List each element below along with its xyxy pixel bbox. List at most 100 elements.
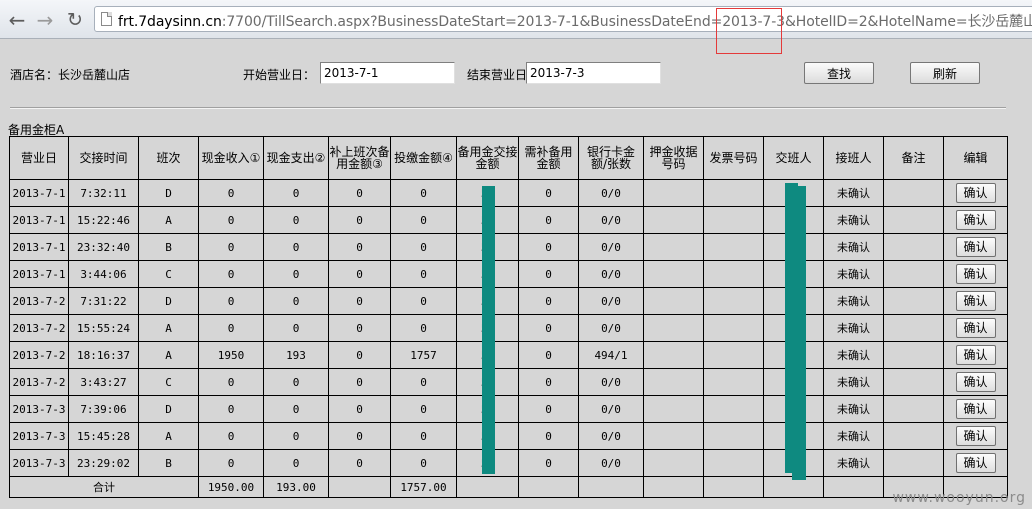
cell-note: [883, 179, 944, 207]
cell-business-date: 2013-7-2: [9, 368, 69, 396]
cell-invoice-number: [703, 341, 764, 369]
cell-bank-card: 0/0: [578, 179, 644, 207]
cell-cash-income: 0: [198, 449, 264, 477]
watermark: www.wooyun.org: [892, 490, 1026, 506]
browser-toolbar: ← → ↻ frt.7daysinn.cn:7700/TillSearch.as…: [0, 0, 1032, 39]
cell-receiver: 未确认: [823, 422, 884, 450]
end-date-input[interactable]: [526, 62, 661, 84]
column-header: 交接时间: [68, 136, 139, 180]
cell-cash-expense: 0: [263, 449, 329, 477]
cell-business-date: 2013-7-2: [9, 314, 69, 342]
total-empty: [328, 476, 391, 498]
divider: [10, 107, 1006, 109]
cell-receiver: 未确认: [823, 287, 884, 315]
total-label: 合计: [9, 476, 199, 498]
cell-edit: 确认: [943, 206, 1008, 234]
redaction-bar-handover-amount: [482, 186, 495, 474]
cell-note: [883, 314, 944, 342]
total-empty: [578, 476, 644, 498]
cell-business-date: 2013-7-2: [9, 341, 69, 369]
cell-edit: 确认: [943, 341, 1008, 369]
cell-prev-shift-reserve: 0: [328, 341, 391, 369]
table-row: 2013-7-323:29:02B00005000/0刘未确认确认: [9, 449, 1008, 477]
reload-icon[interactable]: ↻: [64, 9, 86, 31]
page-icon: [101, 12, 112, 26]
start-date-input[interactable]: [320, 62, 455, 84]
confirm-button[interactable]: 确认: [955, 399, 996, 419]
cell-business-date: 2013-7-1: [9, 206, 69, 234]
cell-deposit-receipt: [643, 179, 704, 207]
confirm-button[interactable]: 确认: [955, 291, 996, 311]
cell-reserve-needed: 0: [518, 233, 579, 261]
column-header: 补上班次备用金额③: [328, 136, 391, 180]
cell-business-date: 2013-7-3: [9, 449, 69, 477]
address-bar[interactable]: frt.7daysinn.cn:7700/TillSearch.aspx?Bus…: [94, 6, 1032, 32]
table-row: 2013-7-37:39:06D00005000/0郑未确认确认: [9, 395, 1008, 423]
back-arrow-icon[interactable]: ←: [6, 9, 28, 31]
cell-receiver: 未确认: [823, 395, 884, 423]
confirm-button[interactable]: 确认: [955, 426, 996, 446]
confirm-button[interactable]: 确认: [955, 210, 996, 230]
cell-invoice-number: [703, 233, 764, 261]
url-text: frt.7daysinn.cn:7700/TillSearch.aspx?Bus…: [118, 11, 1032, 31]
cell-deposit-receipt: [643, 395, 704, 423]
column-header: 备注: [883, 136, 944, 180]
cell-receiver: 未确认: [823, 314, 884, 342]
cell-deposit-receipt: [643, 314, 704, 342]
cell-shift: C: [138, 260, 199, 288]
cell-deposit-amount: 0: [390, 368, 457, 396]
confirm-button[interactable]: 确认: [955, 345, 996, 365]
cell-prev-shift-reserve: 0: [328, 233, 391, 261]
cell-invoice-number: [703, 260, 764, 288]
cell-handover-time: 15:55:24: [68, 314, 139, 342]
forward-arrow-icon[interactable]: →: [34, 9, 56, 31]
cell-business-date: 2013-7-3: [9, 422, 69, 450]
cell-bank-card: 0/0: [578, 287, 644, 315]
cell-note: [883, 260, 944, 288]
cell-handover-time: 23:32:40: [68, 233, 139, 261]
header-row: 营业日 交接时间 班次 现金收入① 现金支出② 补上班次备用金额③ 投缴金额④ 备用金交接金额…: [9, 136, 1008, 180]
cell-handover-time: 7:39:06: [68, 395, 139, 423]
cell-invoice-number: [703, 395, 764, 423]
cell-shift: A: [138, 206, 199, 234]
total-empty: [518, 476, 579, 498]
cell-note: [883, 341, 944, 369]
cell-handover-time: 3:43:27: [68, 368, 139, 396]
cell-reserve-needed: 0: [518, 314, 579, 342]
cell-deposit-amount: 0: [390, 449, 457, 477]
confirm-button[interactable]: 确认: [955, 318, 996, 338]
end-date-label: 结束营业日: [467, 68, 528, 82]
refresh-button[interactable]: 刷新: [910, 62, 980, 84]
cell-deposit-receipt: [643, 449, 704, 477]
cell-note: [883, 395, 944, 423]
cell-cash-income: 0: [198, 314, 264, 342]
cell-deposit-amount: 0: [390, 395, 457, 423]
cell-edit: 确认: [943, 233, 1008, 261]
confirm-button[interactable]: 确认: [955, 372, 996, 392]
confirm-button[interactable]: 确认: [955, 453, 996, 473]
total-empty: [456, 476, 519, 498]
url-host: frt.7daysinn.cn: [118, 14, 222, 30]
confirm-button[interactable]: 确认: [955, 237, 996, 257]
hotel-name-label: 酒店名：长沙岳麓山店: [10, 68, 131, 82]
cell-deposit-amount: 0: [390, 314, 457, 342]
cell-handover-time: 23:29:02: [68, 449, 139, 477]
cell-shift: B: [138, 449, 199, 477]
cell-deposit-receipt: [643, 260, 704, 288]
cell-bank-card: 494/1: [578, 341, 644, 369]
cell-reserve-needed: 0: [518, 395, 579, 423]
hotelid-highlight-box: [716, 8, 782, 54]
total-row: 合计 1950.00 193.00 1757.00: [9, 476, 1008, 498]
cell-note: [883, 368, 944, 396]
cell-prev-shift-reserve: 0: [328, 368, 391, 396]
cell-deposit-amount: 0: [390, 422, 457, 450]
column-header: 接班人: [823, 136, 884, 180]
cell-cash-income: 0: [198, 395, 264, 423]
cell-cash-income: 0: [198, 287, 264, 315]
confirm-button[interactable]: 确认: [955, 264, 996, 284]
confirm-button[interactable]: 确认: [955, 183, 996, 203]
cell-prev-shift-reserve: 0: [328, 395, 391, 423]
cell-invoice-number: [703, 449, 764, 477]
cell-business-date: 2013-7-1: [9, 233, 69, 261]
search-button[interactable]: 查找: [804, 62, 874, 84]
